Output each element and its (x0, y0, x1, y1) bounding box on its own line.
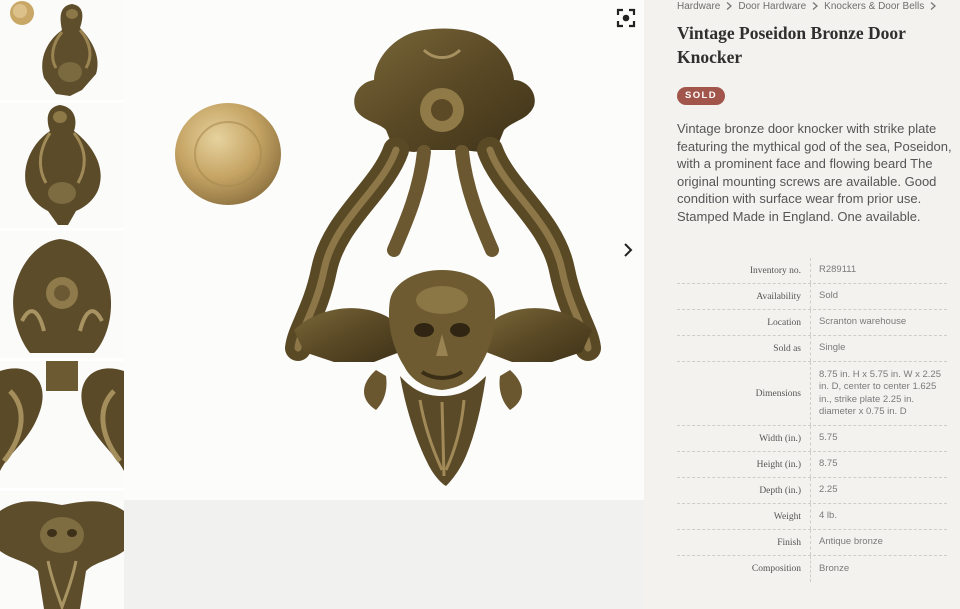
breadcrumb-hardware[interactable]: Hardware (677, 1, 720, 12)
spec-row-location: Location Scranton warehouse (677, 310, 947, 336)
spec-label: Composition (677, 556, 811, 582)
chevron-right-icon (726, 2, 733, 10)
spec-value: 4 lb. (819, 510, 837, 522)
spec-value: R289111 (819, 264, 857, 276)
spec-row-composition: Composition Bronze (677, 556, 947, 582)
spec-label: Sold as (677, 336, 811, 361)
spec-value: 5.75 (819, 432, 838, 444)
spec-label: Availability (677, 284, 811, 309)
knocker-thumbnail-image (0, 491, 124, 609)
spec-value: Scranton warehouse (819, 316, 907, 328)
thumbnail-2[interactable] (0, 103, 124, 228)
chevron-right-icon (930, 2, 937, 10)
status-badge: SOLD (677, 87, 725, 105)
knocker-thumbnail-image (0, 103, 124, 228)
next-image-button[interactable] (618, 238, 638, 262)
spec-row-width: Width (in.) 5.75 (677, 426, 947, 452)
spec-row-inventory: Inventory no. R289111 (677, 258, 947, 284)
thumbnail-3[interactable] (0, 231, 124, 358)
door-knocker-illustration (175, 28, 601, 486)
product-description: Vintage bronze door knocker with strike … (677, 121, 952, 224)
chevron-right-icon (624, 243, 633, 257)
spec-value: Bronze (819, 562, 850, 574)
breadcrumb-knockers-door-bells[interactable]: Knockers & Door Bells (824, 1, 924, 12)
spec-row-height: Height (in.) 8.75 (677, 452, 947, 478)
main-product-image (124, 0, 644, 500)
spec-label: Inventory no. (677, 258, 811, 283)
spec-value: Single (819, 342, 846, 354)
knocker-thumbnail-image (0, 231, 124, 358)
spec-row-dimensions: Dimensions 8.75 in. H x 5.75 in. W x 2.2… (677, 362, 947, 426)
knocker-thumbnail-image (0, 0, 124, 100)
spec-value: 2.25 (819, 484, 838, 496)
spec-label: Depth (in.) (677, 478, 811, 503)
product-title: Vintage Poseidon Bronze Door Knocker (677, 23, 906, 67)
spec-label: Height (in.) (677, 452, 811, 477)
spec-row-availability: Availability Sold (677, 284, 947, 310)
spec-value: Sold (819, 290, 839, 302)
spec-value: 8.75 (819, 458, 838, 470)
knocker-thumbnail-image (0, 361, 124, 488)
chevron-right-icon (812, 2, 819, 10)
spec-label: Location (677, 310, 811, 335)
spec-row-sold-as: Sold as Single (677, 336, 947, 362)
spec-row-weight: Weight 4 lb. (677, 504, 947, 530)
thumbnail-1[interactable] (0, 0, 124, 100)
breadcrumb: Hardware Door Hardware Knockers & Door B… (677, 0, 942, 12)
specs-table: Inventory no. R289111 Availability Sold … (677, 258, 947, 582)
thumbnail-5[interactable] (0, 491, 124, 609)
spec-label: Width (in.) (677, 426, 811, 451)
spec-label: Weight (677, 504, 811, 529)
strike-plate (175, 103, 281, 205)
thumbnail-4[interactable] (0, 361, 124, 488)
breadcrumb-door-hardware[interactable]: Door Hardware (738, 1, 806, 12)
fullscreen-button[interactable] (616, 8, 636, 28)
spec-value: Antique bronze (819, 536, 883, 548)
image-viewer (124, 0, 644, 609)
spec-label: Dimensions (677, 362, 811, 425)
spec-label: Finish (677, 530, 811, 555)
spec-row-depth: Depth (in.) 2.25 (677, 478, 947, 504)
fullscreen-icon (616, 8, 636, 28)
spec-value: 8.75 in. H x 5.75 in. W x 2.25 in. D, ce… (819, 368, 941, 418)
spec-row-finish: Finish Antique bronze (677, 530, 947, 556)
thumbnail-strip (0, 0, 124, 609)
